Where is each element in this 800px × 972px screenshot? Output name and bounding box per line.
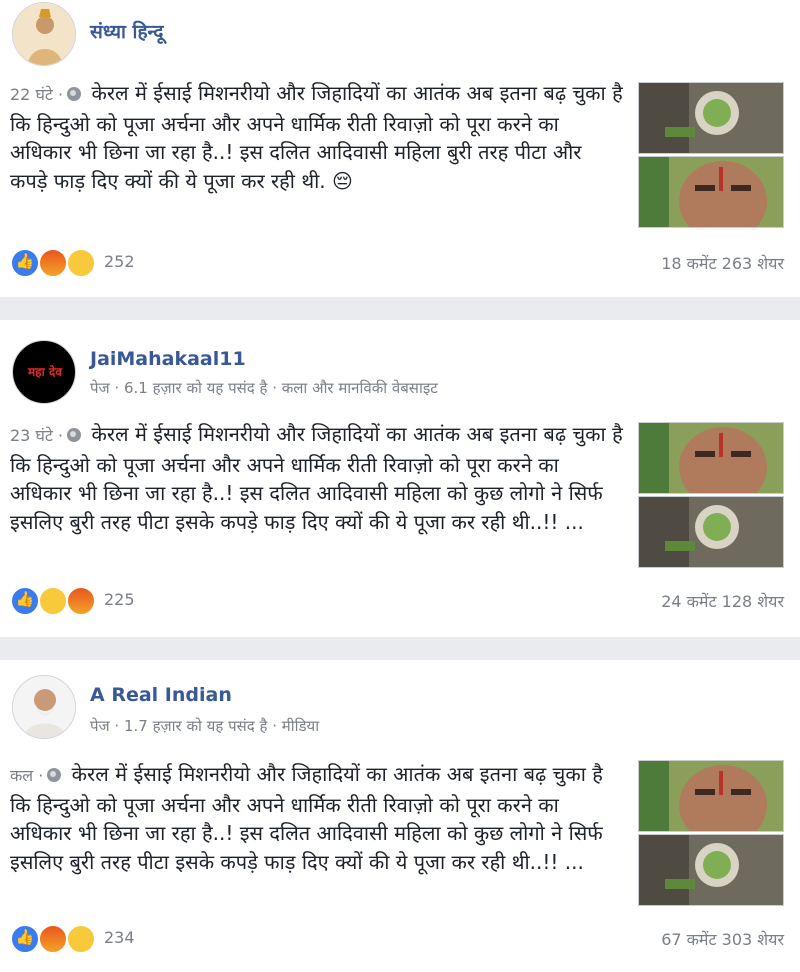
sad-icon [66,248,96,278]
avatar[interactable]: महा देव [12,340,76,404]
comments-count[interactable]: 24 कमेंट [661,592,716,611]
photo-thumbnail[interactable] [638,760,784,832]
photo-thumbnail[interactable] [638,496,784,568]
page-meta: पेज · 6.1 हज़ार को यह पसंद है · कला और म… [90,379,438,397]
angry-icon [66,586,96,616]
avatar[interactable] [12,675,76,739]
shares-count[interactable]: 263 शेयर [722,254,784,273]
post-time[interactable]: 22 घंटे · [10,85,63,104]
comments-count[interactable]: 18 कमेंट [661,254,716,273]
sad-icon [38,586,68,616]
post-body: केरल में ईसाई मिशनरीयो और जिहादियों का आ… [10,422,623,534]
post-text: 23 घंटे · केरल में ईसाई मिशनरीयो और जिहा… [10,420,625,536]
shares-count[interactable]: 303 शेयर [722,930,784,949]
post-body: केरल में ईसाई मिशनरीयो और जिहादियों का आ… [10,81,623,193]
post-card: महा देव JaiMahakaal11 पेज · 6.1 हज़ार को… [0,320,800,637]
post-text: 22 घंटे · केरल में ईसाई मिशनरीयो और जिहा… [10,79,625,195]
reaction-count[interactable]: 252 [104,252,135,271]
angry-icon [38,924,68,954]
post-body: केरल में ईसाई मिशनरीयो और जिहादियों का आ… [10,762,603,874]
post-card: A Real Indian पेज · 1.7 हज़ार को यह पसंद… [0,660,800,972]
post-card: संध्या हिन्दू 22 घंटे · केरल में ईसाई मि… [0,0,800,297]
sad-icon [66,924,96,954]
globe-icon [47,768,62,782]
reaction-count[interactable]: 225 [104,590,135,609]
photo-thumbnail[interactable] [638,834,784,906]
like-icon: 👍 [10,586,40,616]
avatar[interactable] [12,2,76,66]
photo-thumbnail[interactable] [638,422,784,494]
like-icon: 👍 [10,924,40,954]
post-time[interactable]: 23 घंटे · [10,426,63,445]
author-name[interactable]: संध्या हिन्दू [90,18,164,44]
post-text: कल · केरल में ईसाई मिशनरीयो और जिहादियों… [10,760,625,876]
post-stats: 18 कमेंट 263 शेयर [661,252,784,274]
globe-icon [67,428,82,442]
photo-thumbnail[interactable] [638,156,784,228]
news-feed: संध्या हिन्दू 22 घंटे · केरल में ईसाई मि… [0,0,800,972]
post-time[interactable]: कल · [10,766,43,785]
author-name[interactable]: JaiMahakaal11 [90,348,246,370]
reaction-count[interactable]: 234 [104,928,135,947]
photo-thumbnail[interactable] [638,82,784,154]
avatar-logo-text: महा देव [28,365,62,379]
post-stats: 67 कमेंट 303 शेयर [661,928,784,950]
shares-count[interactable]: 128 शेयर [722,592,784,611]
comments-count[interactable]: 67 कमेंट [661,930,716,949]
globe-icon [67,87,82,101]
angry-icon [38,248,68,278]
post-stats: 24 कमेंट 128 शेयर [661,590,784,612]
page-meta: पेज · 1.7 हज़ार को यह पसंद है · मीडिया [90,717,320,735]
like-icon: 👍 [10,248,40,278]
author-name[interactable]: A Real Indian [90,684,232,706]
